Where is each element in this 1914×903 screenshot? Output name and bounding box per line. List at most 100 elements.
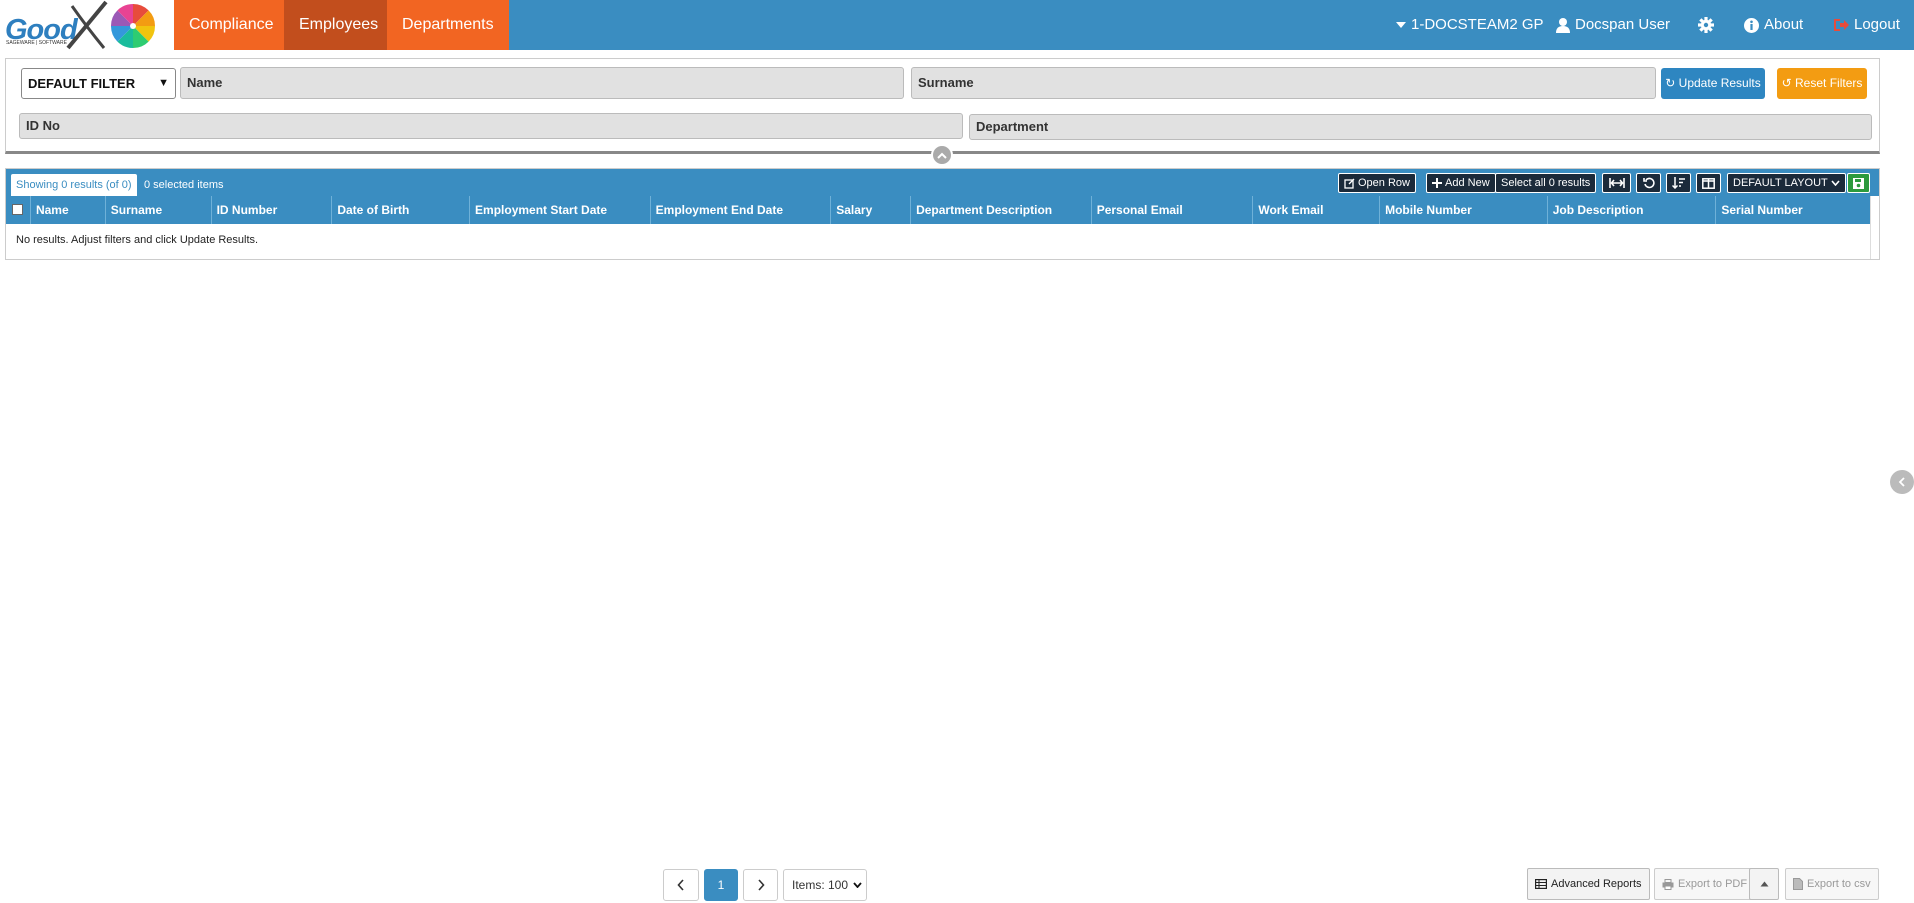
empty-message: No results. Adjust filters and click Upd… — [16, 234, 259, 246]
layout-dropdown[interactable]: DEFAULT LAYOUT — [1727, 173, 1846, 193]
chevron-down-icon — [853, 882, 862, 888]
column-header[interactable]: Employment Start Date — [469, 196, 650, 224]
column-header[interactable]: Mobile Number — [1379, 196, 1547, 224]
selected-count: 0 selected items — [144, 179, 224, 191]
top-navbar: Good SAGEWARE | SOFTWARE Compliance Empl… — [0, 0, 1914, 50]
prev-page-button[interactable] — [663, 869, 699, 901]
side-panel-toggle[interactable] — [1890, 470, 1914, 494]
fit-columns-button[interactable] — [1602, 173, 1631, 193]
results-grid: Showing 0 results (of 0) 0 selected item… — [5, 168, 1880, 260]
file-icon — [1793, 878, 1803, 890]
undo-icon: ↺ — [1781, 76, 1792, 90]
export-csv-label: Export to csv — [1807, 878, 1871, 890]
add-new-label: Add New — [1445, 177, 1490, 189]
filter-preset-select[interactable]: DEFAULT FILTER ▼ — [21, 68, 176, 99]
column-header[interactable]: Personal Email — [1090, 196, 1253, 224]
table-header: Name Surname ID Number Date of Birth Emp… — [6, 196, 1870, 224]
column-header[interactable]: Work Email — [1252, 196, 1379, 224]
reset-filters-button[interactable]: ↺ Reset Filters — [1777, 68, 1867, 99]
about-link[interactable]: About — [1744, 0, 1803, 50]
add-new-button[interactable]: Add New — [1426, 173, 1496, 193]
next-page-button[interactable] — [743, 869, 778, 901]
reset-filters-label: Reset Filters — [1795, 76, 1863, 90]
plus-icon — [1432, 178, 1442, 188]
select-all-checkbox[interactable] — [12, 204, 23, 215]
user-menu[interactable]: Docspan User — [1556, 0, 1670, 50]
chevron-down-icon: ▼ — [158, 77, 169, 89]
open-row-label: Open Row — [1358, 177, 1410, 189]
caret-up-icon — [1760, 881, 1768, 887]
user-label: Docspan User — [1575, 16, 1671, 33]
practice-label: 1-DOCSTEAM2 GP — [1411, 16, 1544, 33]
arrows-horizontal-icon — [1608, 178, 1625, 188]
column-header[interactable]: Serial Number — [1715, 196, 1870, 224]
sign-out-icon — [1834, 19, 1849, 31]
chevron-left-icon — [677, 879, 684, 891]
page-button[interactable]: 1 — [704, 869, 738, 901]
column-header[interactable]: Salary — [830, 196, 910, 224]
about-label: About — [1764, 16, 1804, 33]
settings-button[interactable] — [1698, 0, 1714, 50]
chevron-left-icon — [1898, 477, 1905, 487]
export-pdf-label: Export to PDF — [1678, 878, 1748, 890]
advanced-reports-button[interactable]: Advanced Reports — [1527, 868, 1650, 900]
edit-icon — [1344, 178, 1355, 189]
column-header[interactable]: ID Number — [210, 196, 332, 224]
print-icon — [1662, 878, 1674, 890]
logo-color-wheel-icon — [110, 3, 156, 49]
items-per-page-select[interactable]: Items: 100 — [783, 869, 867, 901]
logo-x-mark — [66, 0, 108, 50]
id-no-filter-input[interactable]: ID No — [19, 113, 963, 139]
column-header[interactable]: Surname — [104, 196, 211, 224]
name-filter-input[interactable]: Name — [180, 67, 904, 99]
results-toolbar: Showing 0 results (of 0) 0 selected item… — [6, 169, 1879, 196]
chevron-right-icon — [757, 879, 765, 891]
export-csv-button[interactable]: Export to csv — [1785, 868, 1879, 900]
advanced-reports-label: Advanced Reports — [1551, 878, 1642, 890]
chevron-up-icon — [937, 152, 947, 159]
update-results-label: Update Results — [1678, 76, 1761, 90]
update-results-button[interactable]: ↻ Update Results — [1661, 68, 1765, 99]
save-icon — [1853, 177, 1864, 189]
reset-grid-button[interactable] — [1636, 173, 1661, 193]
export-pdf-button[interactable]: Export to PDF — [1654, 868, 1756, 900]
logo-tagline: SAGEWARE | SOFTWARE — [6, 40, 67, 46]
vertical-scrollbar[interactable] — [1870, 196, 1879, 259]
results-count: Showing 0 results (of 0) — [11, 174, 137, 196]
column-header[interactable]: Date of Birth — [331, 196, 469, 224]
columns-icon — [1702, 177, 1715, 189]
tab-employees[interactable]: Employees — [284, 0, 394, 50]
surname-filter-input[interactable]: Surname — [911, 67, 1656, 99]
logout-label: Logout — [1854, 16, 1900, 33]
sort-amount-icon — [1672, 177, 1685, 189]
logout-link[interactable]: Logout — [1834, 0, 1900, 50]
table-icon — [1535, 879, 1547, 889]
column-header[interactable]: Name — [29, 196, 105, 224]
open-row-button[interactable]: Open Row — [1338, 173, 1416, 193]
app-logo[interactable]: Good SAGEWARE | SOFTWARE — [0, 0, 174, 50]
items-per-page-value: Items: 100 — [792, 878, 849, 892]
column-header[interactable]: Job Description — [1546, 196, 1716, 224]
practice-dropdown[interactable]: 1-DOCSTEAM2 GP — [1396, 0, 1544, 50]
caret-down-icon — [1396, 22, 1406, 28]
department-filter-input[interactable]: Department — [969, 114, 1872, 140]
info-icon — [1744, 17, 1759, 33]
export-options-toggle[interactable] — [1749, 868, 1779, 900]
tab-compliance[interactable]: Compliance — [174, 0, 289, 50]
select-all-button[interactable]: Select all 0 results — [1495, 173, 1597, 193]
tab-departments[interactable]: Departments — [387, 0, 509, 50]
collapse-filters-button[interactable] — [931, 144, 953, 166]
filter-preset-value: DEFAULT FILTER — [28, 76, 136, 91]
rotate-left-icon — [1642, 177, 1655, 189]
column-header[interactable]: Department Description — [910, 196, 1091, 224]
select-all-checkbox-cell — [6, 196, 30, 224]
save-layout-button[interactable] — [1847, 173, 1870, 193]
column-header[interactable]: Employment End Date — [649, 196, 831, 224]
gear-icon — [1698, 17, 1714, 33]
sort-button[interactable] — [1666, 173, 1691, 193]
layout-label: DEFAULT LAYOUT — [1733, 177, 1828, 189]
user-icon — [1556, 17, 1570, 33]
filter-panel: DEFAULT FILTER ▼ Name Surname ↻ Update R… — [5, 58, 1880, 154]
columns-button[interactable] — [1696, 173, 1721, 193]
refresh-icon: ↻ — [1665, 76, 1676, 90]
